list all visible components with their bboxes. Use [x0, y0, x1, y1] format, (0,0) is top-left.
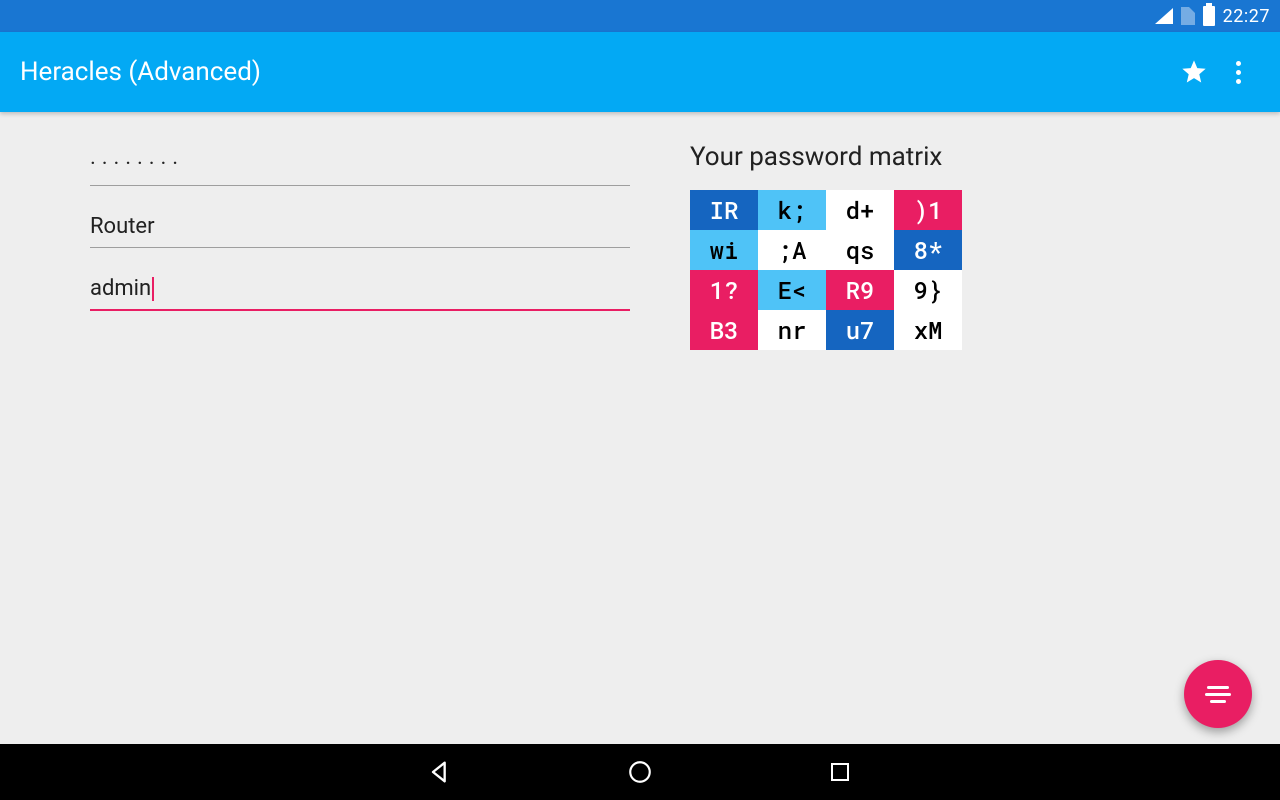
username-field-wrapper: admin — [90, 266, 630, 311]
app-title: Heracles (Advanced) — [20, 57, 1172, 87]
matrix-cell: 8* — [894, 230, 962, 270]
nav-back-button[interactable] — [425, 757, 455, 787]
matrix-cell: B3 — [690, 310, 758, 350]
matrix-title: Your password matrix — [690, 142, 1190, 172]
matrix-cell: )1 — [894, 190, 962, 230]
matrix-cell: d+ — [826, 190, 894, 230]
matrix-cell: 9} — [894, 270, 962, 310]
dot-icon — [1236, 79, 1241, 84]
star-icon — [1180, 58, 1208, 86]
field-underline — [90, 309, 630, 311]
service-field-wrapper — [90, 204, 630, 248]
battery-icon — [1203, 6, 1215, 26]
service-input[interactable] — [90, 204, 630, 247]
matrix-cell: E< — [758, 270, 826, 310]
matrix-panel: Your password matrix IRk;d+)1 wi;Aqs8* 1?E… — [690, 142, 1190, 744]
matrix-cell: 1? — [690, 270, 758, 310]
matrix-cell: qs — [826, 230, 894, 270]
matrix-cell: xM — [894, 310, 962, 350]
overflow-menu-button[interactable] — [1216, 50, 1260, 94]
field-underline — [90, 247, 630, 248]
recent-icon — [828, 760, 852, 784]
form-panel: admin — [90, 142, 630, 744]
matrix-cell: nr — [758, 310, 826, 350]
password-matrix: IRk;d+)1 wi;Aqs8* 1?E<R99} B3nru7xM — [690, 190, 1190, 350]
dot-icon — [1236, 61, 1241, 66]
nav-recent-button[interactable] — [825, 757, 855, 787]
fab-button[interactable] — [1184, 660, 1252, 728]
sim-icon — [1181, 7, 1195, 25]
wifi-icon — [1155, 8, 1173, 24]
android-nav-bar — [0, 744, 1280, 800]
text-cursor — [152, 277, 154, 301]
matrix-cell: IR — [690, 190, 758, 230]
matrix-cell: ;A — [758, 230, 826, 270]
password-input[interactable] — [90, 142, 630, 185]
content-area: admin Your password matrix IRk;d+)1 wi;Aq… — [0, 112, 1280, 744]
password-field-wrapper — [90, 142, 630, 186]
back-icon — [426, 758, 454, 786]
matrix-cell: R9 — [826, 270, 894, 310]
matrix-cell: wi — [690, 230, 758, 270]
status-clock: 22:27 — [1223, 6, 1270, 27]
matrix-cell: k; — [758, 190, 826, 230]
username-value: admin — [90, 276, 151, 301]
field-underline — [90, 185, 630, 186]
app-bar: Heracles (Advanced) — [0, 32, 1280, 112]
dot-icon — [1236, 70, 1241, 75]
matrix-cell: u7 — [826, 310, 894, 350]
nav-home-button[interactable] — [625, 757, 655, 787]
notes-icon — [1205, 686, 1231, 703]
home-icon — [627, 759, 653, 785]
username-input[interactable]: admin — [90, 266, 630, 309]
favorite-button[interactable] — [1172, 50, 1216, 94]
android-status-bar: 22:27 — [0, 0, 1280, 32]
